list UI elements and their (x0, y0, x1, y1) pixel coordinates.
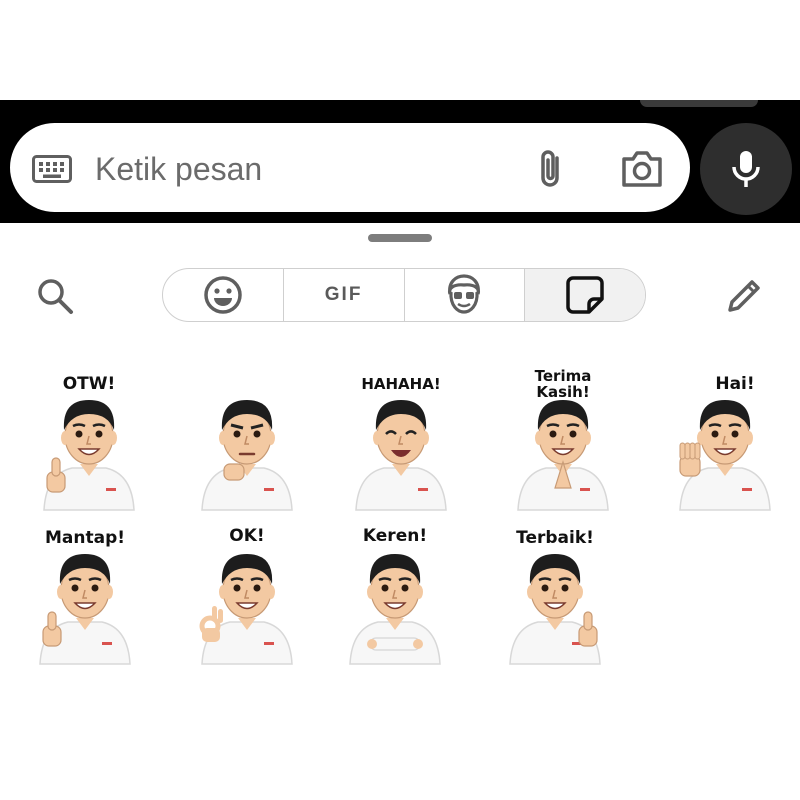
ear (745, 431, 753, 445)
thumbs-up-hand (578, 611, 598, 647)
camera-icon[interactable] (620, 150, 664, 188)
keyboard-icon[interactable] (32, 155, 72, 183)
ear (373, 431, 381, 445)
sticker-caption: Keren! (362, 526, 428, 546)
sticker-illustration (201, 400, 293, 511)
ear (367, 585, 375, 599)
mic-button[interactable] (700, 123, 792, 215)
top-blank-area (0, 0, 800, 100)
sticker-terima-kasih[interactable]: Terima Kasih! (508, 364, 618, 514)
tab-stickers[interactable] (525, 269, 645, 321)
gif-label: GIF (324, 284, 363, 305)
mic-icon (732, 151, 760, 187)
panel-drag-handle[interactable] (368, 234, 432, 242)
tab-emoji[interactable] (163, 269, 284, 321)
sticker-icon (566, 276, 604, 314)
fist-hand (223, 463, 245, 481)
ear (57, 585, 65, 599)
ear (527, 585, 535, 599)
shirt-badge (580, 488, 590, 491)
sticker-caption: OK! (229, 526, 265, 546)
ear (575, 585, 583, 599)
shirt-badge (264, 488, 274, 491)
ear (535, 431, 543, 445)
window-handle (640, 100, 758, 107)
shirt-badge (106, 488, 116, 491)
sticker-caption: Terima Kasih! (534, 367, 592, 401)
sticker-caption: OTW! (62, 374, 116, 394)
ok-hand (199, 606, 223, 642)
ear (219, 585, 227, 599)
ear (267, 431, 275, 445)
sticker-caption: Hai! (715, 374, 755, 394)
smiley-icon (204, 276, 242, 314)
sticker-caption: Terbaik! (516, 528, 594, 548)
ear (267, 585, 275, 599)
ear (105, 585, 113, 599)
picker-tab-bar: GIF (162, 268, 646, 322)
ear (415, 585, 423, 599)
sticker-hahaha[interactable]: HAHAHA! (346, 364, 456, 514)
search-icon[interactable] (35, 276, 75, 316)
sticker-mantap[interactable]: Mantap! (30, 518, 140, 668)
shirt-badge (102, 642, 112, 645)
sticker-hai[interactable]: Hai! (670, 364, 780, 514)
pencil-icon[interactable] (722, 274, 766, 318)
message-input[interactable] (95, 146, 495, 192)
thumbs-up-hand (42, 611, 62, 647)
attach-icon[interactable] (534, 148, 568, 190)
sticker-caption: HAHAHA! (361, 375, 441, 393)
ear (109, 431, 117, 445)
crossed-arms (367, 637, 423, 651)
tab-gif[interactable]: GIF (284, 269, 405, 321)
ear (61, 431, 69, 445)
sticker-keren[interactable]: Keren! (340, 518, 450, 668)
thumbs-up-hand (46, 457, 66, 493)
sticker-ok[interactable]: OK! (192, 518, 302, 668)
tab-avatar[interactable] (405, 269, 526, 321)
shirt-badge (264, 642, 274, 645)
ear (219, 431, 227, 445)
sticker-terbaik[interactable]: Terbaik! (500, 518, 610, 668)
sticker-caption: Mantap! (44, 528, 125, 548)
sticker-serious[interactable] (192, 364, 302, 514)
sticker-otw[interactable]: OTW! (34, 364, 144, 514)
waving-hand (679, 442, 701, 477)
avatar-icon (448, 274, 481, 314)
ear (421, 431, 429, 445)
shirt-badge (418, 488, 428, 491)
shirt-badge (742, 488, 752, 491)
ear (583, 431, 591, 445)
